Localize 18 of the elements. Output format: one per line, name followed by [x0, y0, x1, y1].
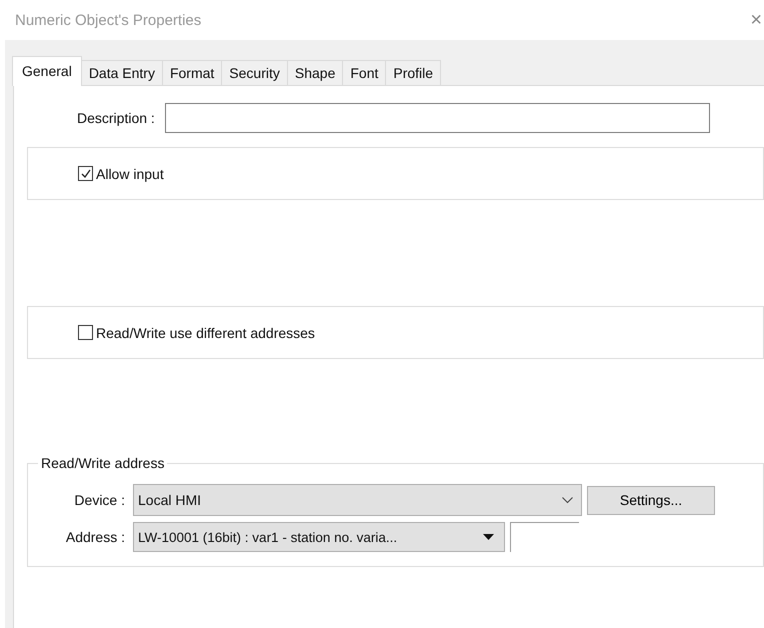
tab[interactable]: General	[12, 56, 82, 86]
window-title: Numeric Object's Properties	[15, 12, 202, 28]
checkbox[interactable]	[78, 325, 93, 340]
description-label: Description :	[77, 110, 155, 126]
caret-icon	[483, 534, 494, 540]
address-dropdown[interactable]: LW-10001 (16bit) : var1 - station no. varia...	[133, 522, 505, 552]
settings-button[interactable]: Settings...	[587, 486, 715, 514]
group-legend: Read/Write address	[38, 455, 168, 471]
device-label: Device :	[73, 492, 126, 508]
checkbox[interactable]	[78, 166, 93, 181]
checkbox-label: Allow input	[96, 166, 164, 182]
description-field[interactable]	[164, 103, 710, 133]
chevron-icon	[562, 496, 573, 504]
device-dropdown[interactable]: Local HMI	[133, 484, 582, 516]
close-button[interactable]: ×	[750, 10, 762, 30]
address-label: Address :	[64, 529, 126, 545]
checkbox-label: Read/Write use different addresses	[96, 324, 315, 340]
tab[interactable]: Profile	[385, 60, 442, 85]
